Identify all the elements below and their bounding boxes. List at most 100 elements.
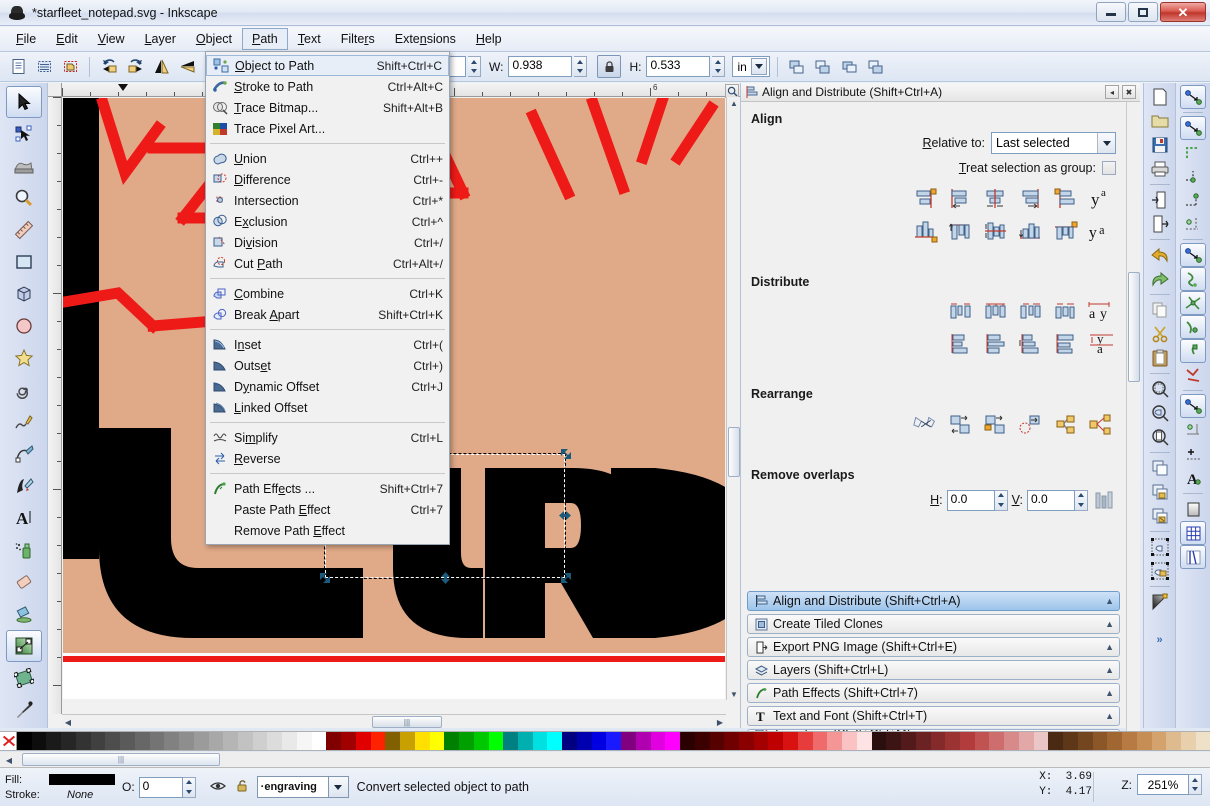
menu-view[interactable]: View (88, 28, 135, 50)
color-palette[interactable] (0, 731, 1210, 751)
menu-item-dynamic-offset[interactable]: Dynamic Offset Ctrl+J (206, 376, 449, 397)
stroke-value[interactable]: None (49, 789, 93, 801)
exchange-positions-selection-order-button[interactable] (911, 411, 941, 439)
palette-swatch[interactable] (945, 732, 960, 750)
palette-swatch[interactable] (724, 732, 739, 750)
lower-to-bottom-button[interactable] (863, 55, 887, 79)
gradient-tool[interactable] (5, 630, 42, 662)
palette-swatch[interactable] (960, 732, 975, 750)
palette-swatch[interactable] (650, 732, 666, 750)
canvas-hscroll-thumb[interactable]: ||| (372, 716, 442, 728)
snap-grids-button[interactable] (1180, 521, 1206, 545)
palette-scroll-left-icon[interactable]: ◀ (3, 754, 15, 766)
menu-item-remove-path-effect[interactable]: Remove Path Effect (206, 520, 449, 541)
distribute-gaps-vertical-button[interactable] (1051, 330, 1081, 358)
palette-swatch[interactable] (856, 732, 872, 750)
palette-swatch[interactable] (1166, 732, 1182, 750)
menu-filters[interactable]: Filters (331, 28, 385, 50)
menu-item-break-apart[interactable]: Break Apart Shift+Ctrl+K (206, 304, 449, 325)
palette-swatch[interactable] (1151, 732, 1167, 750)
dock-scrollbar[interactable] (1126, 102, 1140, 747)
palette-swatch[interactable] (90, 732, 106, 750)
save-document-button[interactable] (1147, 133, 1173, 157)
menu-item-trace-bitmap[interactable]: Trace Bitmap... Shift+Alt+B (206, 97, 449, 118)
snap-bbox-edge-midpoints-button[interactable] (1180, 188, 1206, 212)
text-anchor-vertical-button[interactable]: ya (1086, 185, 1116, 213)
lower-button[interactable] (837, 55, 861, 79)
rotate-cw-90-button[interactable] (123, 55, 147, 79)
palette-swatch[interactable] (164, 732, 180, 750)
align-right-edges-to-left-anchor-button[interactable] (911, 185, 941, 213)
snap-rotation-centers-button[interactable] (1180, 442, 1206, 466)
menu-item-combine[interactable]: Combine Ctrl+K (206, 283, 449, 304)
dock-item-create-tiled-clones[interactable]: Create Tiled Clones ▲ (747, 614, 1120, 634)
center-on-horizontal-axis-button[interactable] (981, 218, 1011, 246)
palette-swatch[interactable] (179, 732, 194, 750)
zoom-selection-button[interactable] (1147, 377, 1173, 401)
palette-swatch[interactable] (606, 732, 622, 750)
menu-item-outset[interactable]: Outset Ctrl+) (206, 355, 449, 376)
palette-swatch[interactable] (694, 732, 710, 750)
menu-text[interactable]: Text (288, 28, 331, 50)
snap-to-smooth-nodes-button[interactable] (1180, 339, 1206, 363)
palette-swatch[interactable] (444, 732, 460, 750)
menu-item-trace-pixel-art[interactable]: Trace Pixel Art... (206, 118, 449, 139)
layer-visibility-toggle[interactable] (209, 779, 226, 796)
palette-swatch[interactable] (871, 732, 887, 750)
layer-chevron-down-icon[interactable] (328, 776, 349, 798)
close-button[interactable]: ✕ (1160, 2, 1206, 22)
palette-swatch[interactable] (267, 732, 283, 750)
palette-swatch[interactable] (1181, 732, 1196, 750)
rectangle-tool[interactable] (6, 246, 42, 278)
palette-swatch[interactable] (414, 732, 430, 750)
menu-item-simplify[interactable]: Simplify Ctrl+L (206, 427, 449, 448)
layer-lock-toggle[interactable] (236, 779, 249, 796)
palette-swatch[interactable] (797, 732, 813, 750)
palette-swatch[interactable] (134, 732, 150, 750)
raise-button[interactable] (811, 55, 835, 79)
selection-handle-sw[interactable] (319, 572, 330, 583)
menu-item-exclusion[interactable]: Exclusion Ctrl+^ (206, 211, 449, 232)
palette-swatch[interactable] (547, 732, 563, 750)
redo-button[interactable] (1147, 267, 1173, 291)
no-color-swatch[interactable] (0, 732, 17, 750)
cut-button[interactable] (1147, 322, 1173, 346)
distribute-right-edges-equidistant-button[interactable] (1016, 297, 1046, 325)
dock-collapse-button[interactable]: ◂ (1105, 85, 1119, 99)
bezier-tool[interactable] (6, 438, 42, 470)
palette-swatch[interactable] (532, 732, 548, 750)
palette-swatch[interactable] (105, 732, 121, 750)
open-document-button[interactable] (1147, 109, 1173, 133)
menu-item-inset[interactable]: Inset Ctrl+( (206, 334, 449, 355)
align-right-edges-button[interactable] (1016, 185, 1046, 213)
snap-text-baselines-button[interactable]: A (1180, 466, 1206, 490)
exchange-positions-stacking-order-button[interactable] (946, 411, 976, 439)
opacity-field[interactable]: 0 (138, 776, 183, 798)
text-tool[interactable]: A (6, 502, 42, 534)
snap-object-centers-button[interactable] (1180, 418, 1206, 442)
width-field[interactable]: 0.938 (508, 56, 573, 77)
distribute-text-anchors-horizontal-button[interactable]: ay (1086, 297, 1116, 325)
fill-and-stroke-button[interactable] (1147, 590, 1173, 614)
dock-scroll-thumb[interactable] (1128, 272, 1140, 382)
unlink-clone-button[interactable] (1147, 504, 1173, 528)
text-baseline-horizontal-button[interactable]: ya (1086, 218, 1116, 246)
scroll-up-arrow-icon[interactable]: ▲ (728, 97, 740, 109)
palette-swatch[interactable] (886, 732, 902, 750)
ellipse-tool[interactable] (6, 310, 42, 342)
palette-swatch[interactable] (974, 732, 990, 750)
zoom-tool[interactable] (6, 182, 42, 214)
menu-item-union[interactable]: Union Ctrl++ (206, 148, 449, 169)
palette-swatch[interactable] (1136, 732, 1152, 750)
undo-button[interactable] (1147, 243, 1173, 267)
unclump-objects-button[interactable] (1051, 411, 1081, 439)
graph-layout-button[interactable] (1086, 411, 1116, 439)
path-menu-dropdown[interactable]: Object to Path Shift+Ctrl+C Stroke to Pa… (205, 51, 450, 545)
palette-swatch[interactable] (709, 732, 725, 750)
overlap-h-field[interactable]: 0.0 (946, 489, 995, 511)
rotate-ccw-90-button[interactable] (97, 55, 121, 79)
tweak-tool[interactable] (6, 150, 42, 182)
mesh-gradient-tool[interactable] (6, 662, 42, 694)
box3d-tool[interactable] (6, 278, 42, 310)
distribute-top-edges-equidistant-button[interactable] (946, 330, 976, 358)
